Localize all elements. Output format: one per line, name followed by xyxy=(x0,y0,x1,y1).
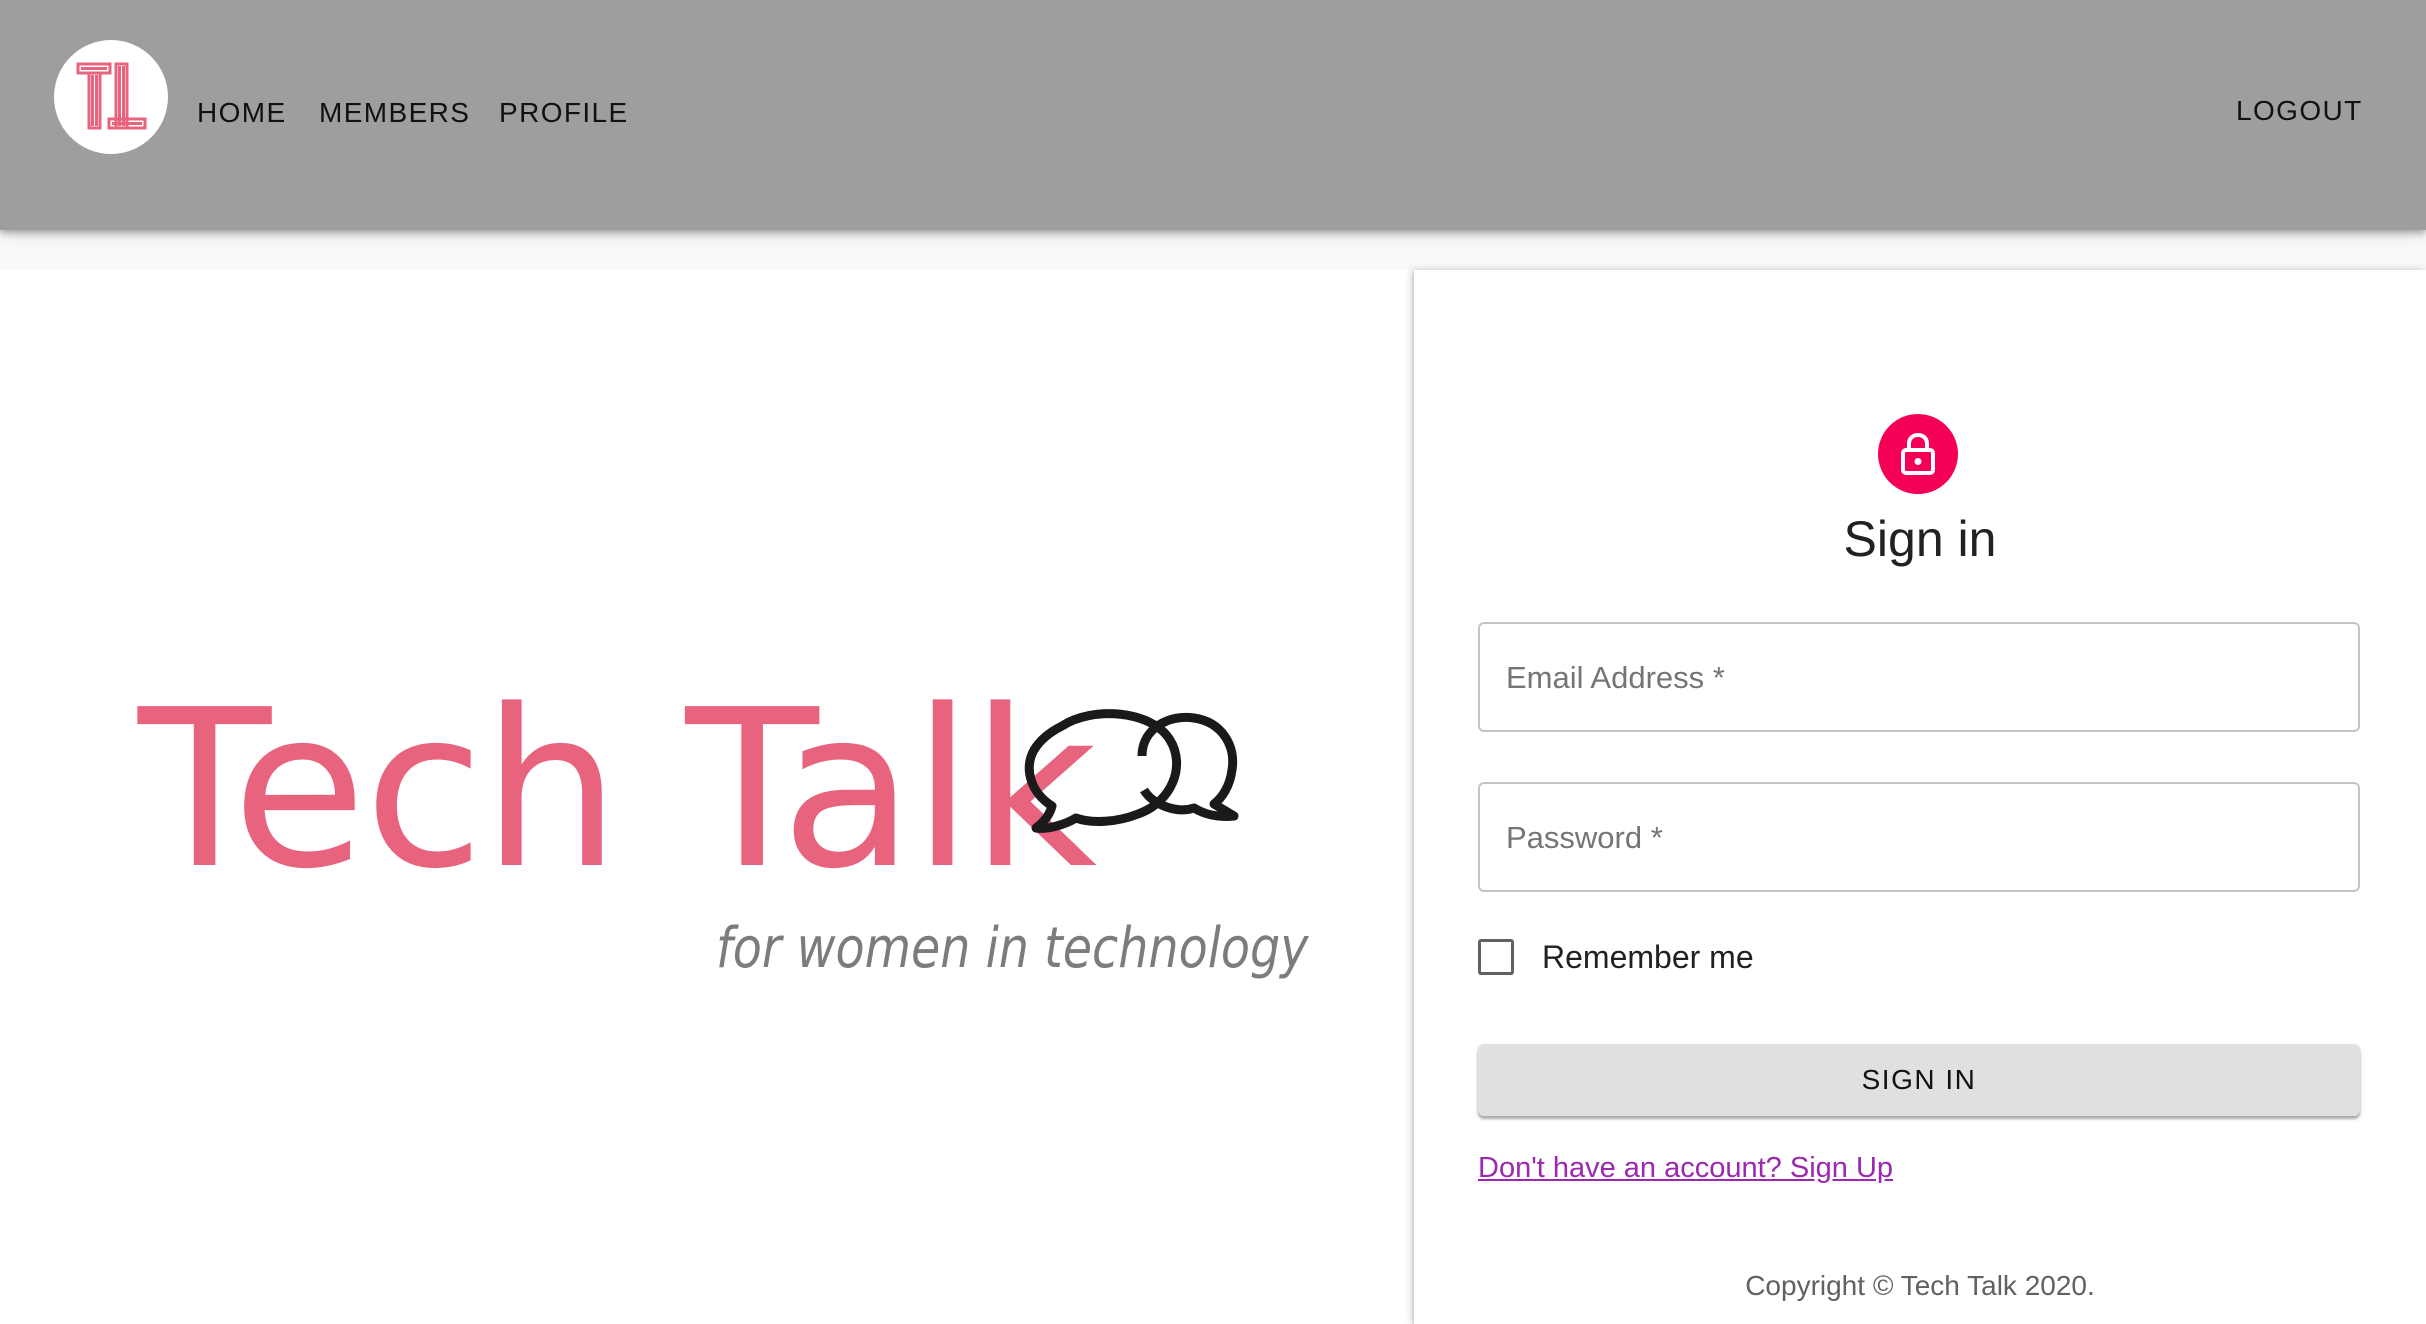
nav-profile[interactable]: PROFILE xyxy=(499,97,629,129)
brand-logo: Tech Talk for women in technology xyxy=(138,682,1308,994)
remember-me-checkbox[interactable] xyxy=(1478,939,1514,975)
logo[interactable] xyxy=(54,40,168,154)
signin-title: Sign in xyxy=(1843,511,1997,567)
email-field[interactable]: Email Address * xyxy=(1478,622,2360,732)
sign-up-link[interactable]: Don't have an account? Sign Up xyxy=(1478,1152,1893,1185)
nav-home[interactable]: HOME xyxy=(197,97,287,129)
remember-me-label[interactable]: Remember me xyxy=(1542,939,1754,976)
lock-avatar xyxy=(1878,414,1958,494)
copyright-text: Copyright © Tech Talk 2020. xyxy=(1745,1270,2095,1301)
speech-bubbles-icon xyxy=(1024,709,1239,833)
logout-button[interactable]: LOGOUT xyxy=(2236,95,2363,127)
password-field[interactable]: Password * xyxy=(1478,782,2360,892)
email-input[interactable] xyxy=(1480,624,2358,730)
tech-talk-monogram-icon xyxy=(76,62,147,130)
lock-icon xyxy=(1901,432,1935,475)
nav-members[interactable]: MEMBERS xyxy=(319,97,470,129)
password-input[interactable] xyxy=(1480,784,2358,890)
remember-me-row[interactable]: Remember me xyxy=(1478,934,1754,980)
signin-panel: Sign in Email Address * Password * Remem… xyxy=(1414,270,2426,1324)
sign-in-button[interactable]: SIGN IN xyxy=(1478,1044,2360,1116)
app-bar: HOME MEMBERS PROFILE LOGOUT xyxy=(0,0,2426,230)
brand-tagline: for women in technology xyxy=(716,916,1309,981)
brand-title: Tech Talk xyxy=(138,664,1097,917)
